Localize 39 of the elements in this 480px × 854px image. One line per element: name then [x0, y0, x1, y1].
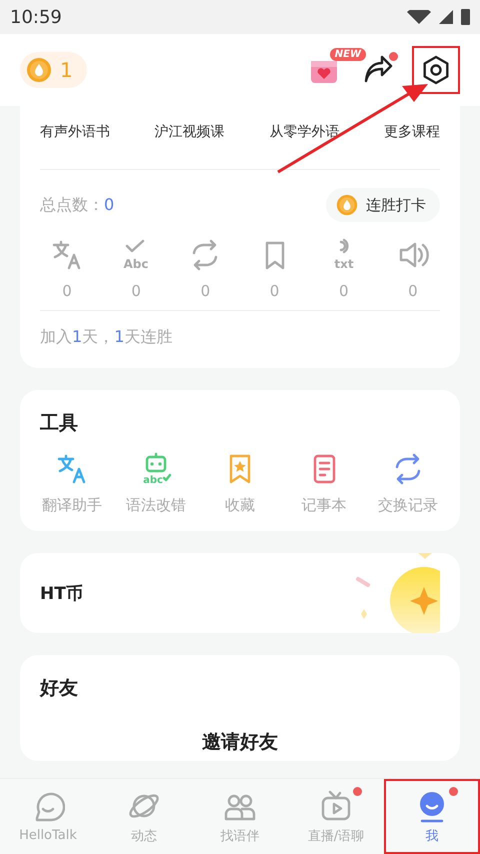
share-icon	[362, 55, 394, 85]
settings-button[interactable]	[412, 46, 460, 94]
course-link[interactable]: 从零学外语	[269, 122, 340, 140]
wifi-icon	[407, 10, 431, 24]
coin-icon	[336, 194, 358, 216]
course-link[interactable]: 更多课程	[384, 122, 440, 140]
stat-count: 0	[338, 282, 349, 300]
signal-icon	[439, 10, 453, 24]
battery-icon	[461, 9, 470, 25]
nav-tab[interactable]: 我	[384, 779, 480, 854]
new-badge: NEW	[330, 48, 366, 61]
tv-play-icon	[319, 788, 353, 822]
course-link[interactable]: 沪江视频课	[154, 122, 225, 140]
tool-item[interactable]: 记事本	[282, 452, 366, 515]
stat-count: 0	[408, 282, 418, 300]
nav-tab[interactable]: 动态	[96, 779, 192, 854]
stat-count: 0	[131, 282, 141, 300]
section-title: 工具	[40, 411, 79, 436]
settings-icon	[421, 55, 451, 85]
course-link[interactable]: 有声外语书	[40, 122, 110, 140]
section-title: HT币	[40, 582, 83, 604]
stat-count: 0	[62, 282, 72, 300]
section-title: 好友	[40, 676, 79, 701]
status-time: 10:59	[10, 6, 62, 28]
tool-item[interactable]: 翻译助手	[30, 452, 114, 515]
checkin-button[interactable]: 连胜打卡	[326, 188, 440, 222]
total-points: 总点数：0	[40, 194, 114, 216]
streak-badge[interactable]: 1	[20, 52, 87, 88]
join-summary: 加入1天，1天连胜	[40, 326, 174, 348]
stat-count: 0	[270, 282, 280, 300]
invite-friends[interactable]: 邀请好友	[40, 717, 440, 761]
tool-item[interactable]: 交换记录	[366, 452, 450, 515]
stat-count: 0	[200, 282, 210, 300]
tool-item[interactable]: abc 语法改错	[114, 452, 198, 515]
coin-icon	[26, 57, 52, 83]
nav-tab[interactable]: 直播/语聊	[288, 779, 384, 854]
nav-tab[interactable]: 找语伴	[192, 779, 288, 854]
tool-item[interactable]: 收藏	[198, 452, 282, 515]
nav-tab[interactable]: HelloTalk	[0, 779, 96, 854]
